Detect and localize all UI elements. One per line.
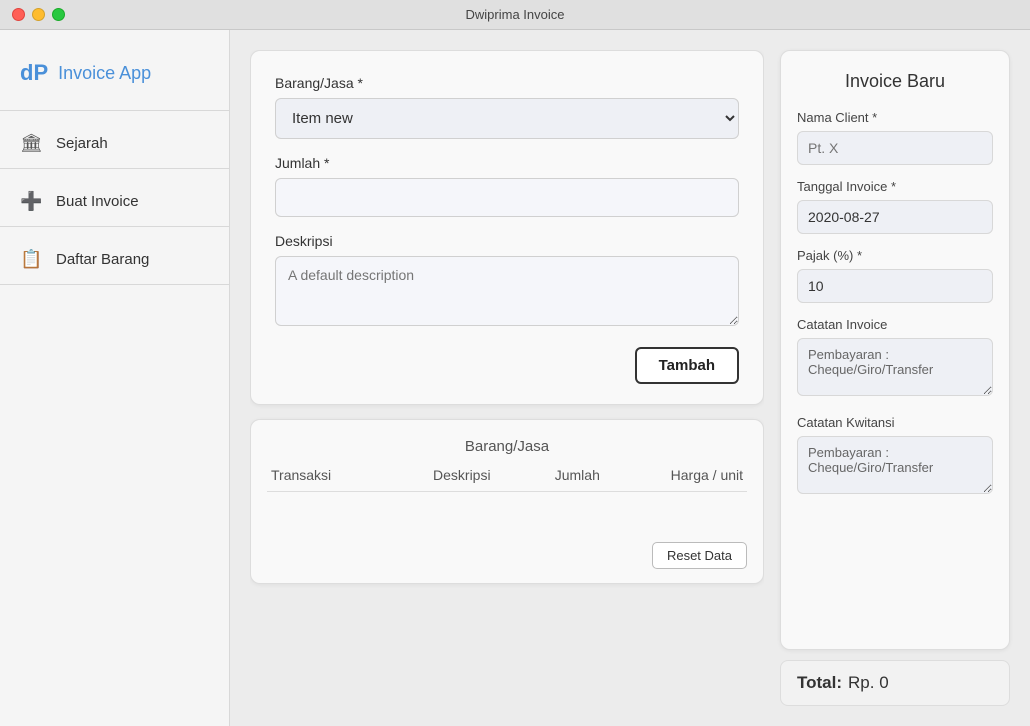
brand-name: Invoice App — [58, 63, 151, 84]
sidebar-divider — [0, 110, 229, 111]
sidebar-item-daftar-barang[interactable]: 📋 Daftar Barang — [0, 235, 229, 284]
fullscreen-button[interactable] — [52, 8, 65, 21]
tambah-button[interactable]: Tambah — [635, 347, 739, 384]
sidebar-item-label-buat-invoice: Buat Invoice — [56, 193, 139, 210]
th-harga: Harga / unit — [623, 467, 744, 483]
deskripsi-label: Deskripsi — [275, 233, 739, 249]
table-title: Barang/Jasa — [267, 438, 747, 455]
main-content: Barang/Jasa * Item new Jumlah * Deskrips… — [230, 30, 1030, 726]
total-label: Total: — [797, 673, 842, 693]
reset-data-button[interactable]: Reset Data — [652, 542, 747, 569]
tanggal-label: Tanggal Invoice * — [797, 179, 993, 194]
sidebar-divider-4 — [0, 284, 229, 285]
jumlah-input[interactable] — [275, 178, 739, 217]
table-headers: Transaksi Deskripsi Jumlah Harga / unit — [267, 467, 747, 492]
th-transaksi: Transaksi — [271, 467, 392, 483]
total-bar: Total: Rp. 0 — [780, 660, 1010, 706]
traffic-lights — [12, 8, 65, 21]
tanggal-input[interactable] — [797, 200, 993, 234]
catatan-kwitansi-label: Catatan Kwitansi — [797, 415, 993, 430]
brand-logo: dP — [20, 60, 48, 86]
pajak-label: Pajak (%) * — [797, 248, 993, 263]
total-value: Rp. 0 — [848, 673, 889, 693]
jumlah-group: Jumlah * — [275, 155, 739, 217]
barang-jasa-group: Barang/Jasa * Item new — [275, 75, 739, 139]
sidebar-item-label-sejarah: Sejarah — [56, 135, 108, 152]
sidebar-item-buat-invoice[interactable]: ➕ Buat Invoice — [0, 177, 229, 226]
deskripsi-group: Deskripsi — [275, 233, 739, 331]
titlebar: Dwiprima Invoice — [0, 0, 1030, 30]
deskripsi-textarea[interactable] — [275, 256, 739, 326]
catatan-invoice-textarea[interactable] — [797, 338, 993, 396]
close-button[interactable] — [12, 8, 25, 21]
th-deskripsi: Deskripsi — [392, 467, 533, 483]
left-panel: Barang/Jasa * Item new Jumlah * Deskrips… — [250, 50, 764, 706]
right-panel: Invoice Baru Nama Client * Tanggal Invoi… — [780, 50, 1010, 706]
sidebar: dP Invoice App 🏛 Sejarah ➕ Buat Invoice … — [0, 30, 230, 726]
table-card: Barang/Jasa Transaksi Deskripsi Jumlah H… — [250, 419, 764, 584]
th-jumlah: Jumlah — [532, 467, 622, 483]
sidebar-item-sejarah[interactable]: 🏛 Sejarah — [0, 119, 229, 168]
nama-client-input[interactable] — [797, 131, 993, 165]
daftar-barang-icon: 📋 — [20, 249, 42, 270]
sejarah-icon: 🏛 — [20, 133, 42, 154]
minimize-button[interactable] — [32, 8, 45, 21]
barang-jasa-select[interactable]: Item new — [275, 98, 739, 139]
buat-invoice-icon: ➕ — [20, 191, 42, 212]
jumlah-label: Jumlah * — [275, 155, 739, 171]
form-card: Barang/Jasa * Item new Jumlah * Deskrips… — [250, 50, 764, 405]
app-body: dP Invoice App 🏛 Sejarah ➕ Buat Invoice … — [0, 30, 1030, 726]
sidebar-divider-2 — [0, 168, 229, 169]
catatan-kwitansi-textarea[interactable] — [797, 436, 993, 494]
sidebar-divider-3 — [0, 226, 229, 227]
nama-client-label: Nama Client * — [797, 110, 993, 125]
catatan-invoice-label: Catatan Invoice — [797, 317, 993, 332]
titlebar-title: Dwiprima Invoice — [466, 7, 565, 22]
barang-jasa-label: Barang/Jasa * — [275, 75, 739, 91]
sidebar-brand: dP Invoice App — [0, 50, 229, 110]
table-body — [267, 492, 747, 532]
invoice-card: Invoice Baru Nama Client * Tanggal Invoi… — [780, 50, 1010, 650]
invoice-card-title: Invoice Baru — [797, 71, 993, 92]
sidebar-item-label-daftar-barang: Daftar Barang — [56, 251, 149, 268]
pajak-input[interactable] — [797, 269, 993, 303]
